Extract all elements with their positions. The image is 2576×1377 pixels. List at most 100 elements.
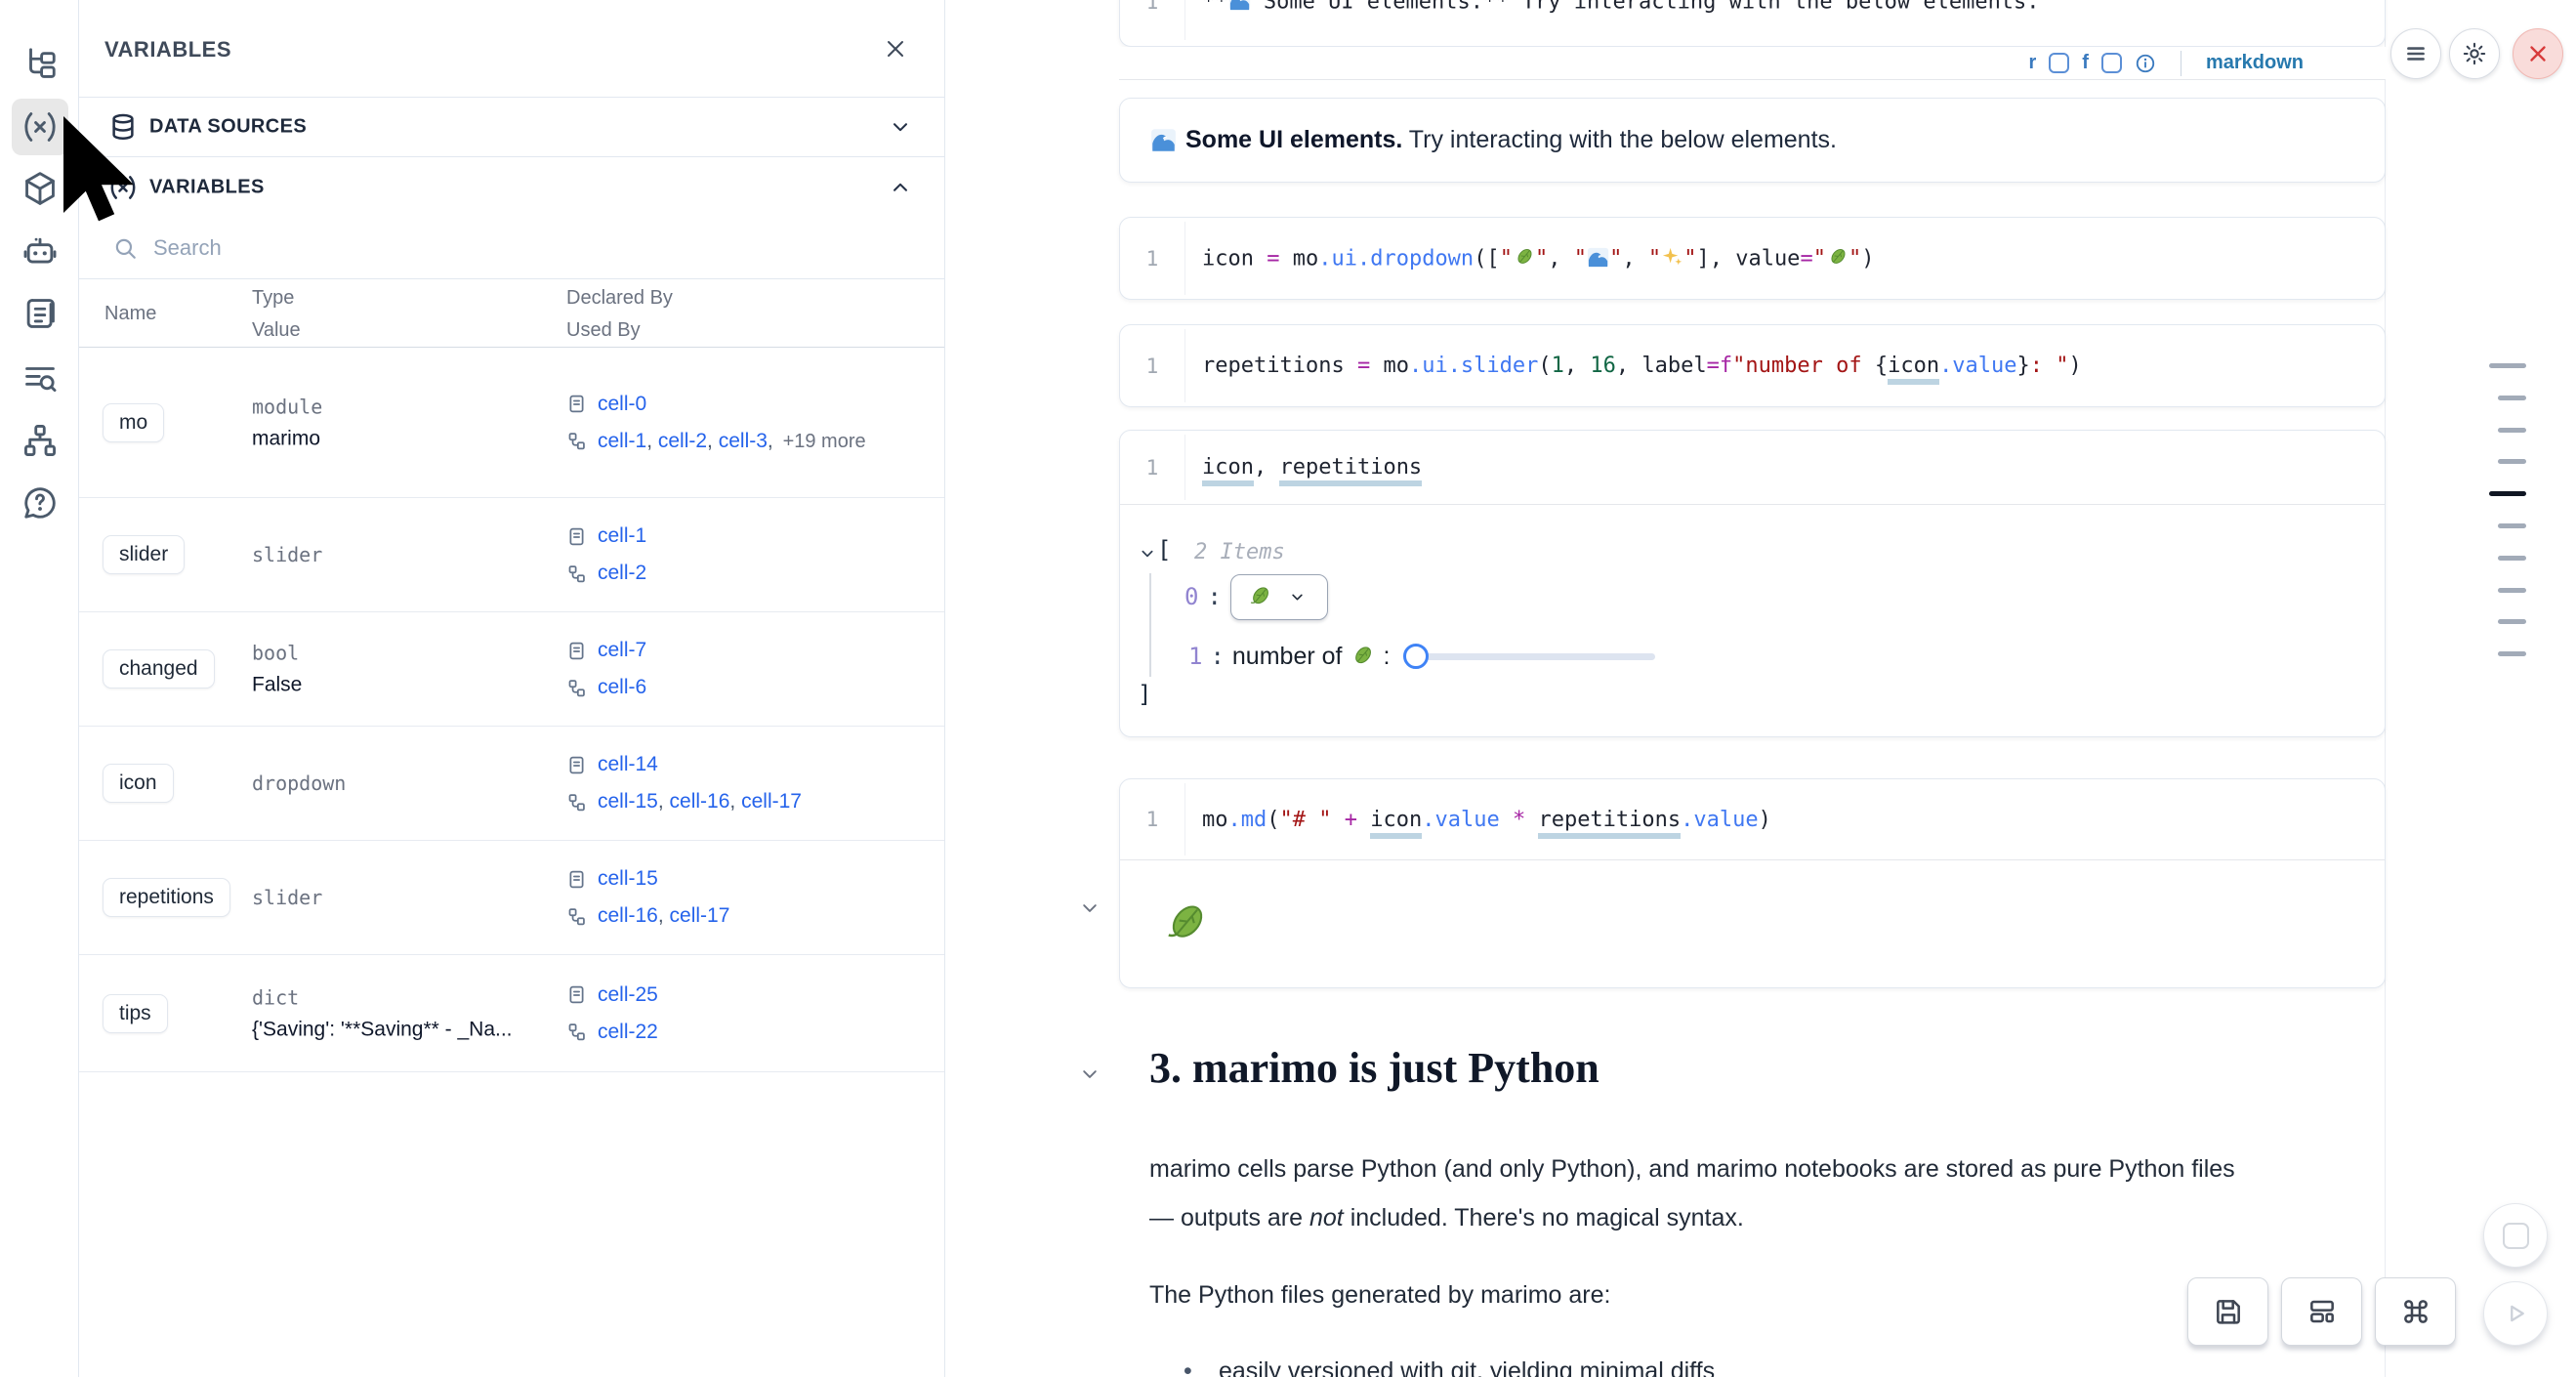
variables-icon <box>21 108 59 146</box>
toolbar-checkbox-icon[interactable] <box>2101 53 2122 73</box>
code-line[interactable]: icon = mo.ui.dropdown(["", "", ""], valu… <box>1202 246 1875 271</box>
minimap-cell-marker[interactable] <box>2498 588 2526 593</box>
search-icon <box>112 235 138 261</box>
cell-reference-line: cell-2 <box>566 562 646 585</box>
slider-knob[interactable] <box>1403 644 1429 669</box>
cell-link[interactable]: cell-2 <box>598 562 646 584</box>
dependency-graph-icon <box>21 422 59 459</box>
code-line[interactable]: repetitions = mo.ui.slider(1, 16, label=… <box>1202 354 2082 378</box>
variables-search-input[interactable]: Search <box>79 217 944 279</box>
more-cells-label: +19 more <box>783 431 866 452</box>
cell-link[interactable]: cell-1 <box>598 524 646 547</box>
minimap-cell-marker[interactable] <box>2498 428 2526 433</box>
cell-link[interactable]: cell-22 <box>598 1021 658 1043</box>
save-button[interactable] <box>2187 1277 2268 1346</box>
code-line[interactable]: ** Some UI elements.** Try interacting w… <box>1202 0 2040 15</box>
variable-name-badge: mo <box>103 403 164 442</box>
slider-track[interactable] <box>1408 653 1655 660</box>
tree-collapse-icon[interactable] <box>1140 546 1155 562</box>
code-line[interactable]: icon, repetitions <box>1202 455 1422 480</box>
cell-link[interactable]: cell-6 <box>598 676 646 698</box>
minimap-cell-marker[interactable] <box>2498 459 2526 464</box>
icon-dropdown-select[interactable] <box>1230 574 1328 620</box>
notebook-menu-button[interactable] <box>2390 28 2441 79</box>
cell-link[interactable]: cell-15 <box>598 867 658 890</box>
sidebar-item-file-tree[interactable] <box>12 35 68 92</box>
panel-title: VARIABLES <box>104 37 231 63</box>
section-data-sources[interactable]: DATA SOURCES <box>79 98 944 157</box>
cell-link[interactable]: cell-17 <box>670 904 730 927</box>
command-palette-button[interactable] <box>2375 1277 2456 1346</box>
toolbar-f-label: f <box>2082 52 2089 74</box>
minimap-cell-marker[interactable] <box>2498 523 2526 528</box>
settings-button[interactable] <box>2449 28 2500 79</box>
run-play-icon <box>2501 1299 2530 1328</box>
minimap-cell-marker[interactable] <box>2489 363 2526 368</box>
cell-link[interactable]: cell-16 <box>670 790 730 813</box>
sidebar-item-logs[interactable] <box>12 350 68 406</box>
variable-row[interactable]: icondropdowncell-14cell-15, cell-16, cel… <box>79 727 944 841</box>
search-placeholder: Search <box>153 235 222 261</box>
variable-name-badge: repetitions <box>103 878 230 917</box>
shutdown-button[interactable] <box>2513 28 2563 79</box>
cell-document-icon <box>566 755 587 775</box>
layout-button[interactable] <box>2281 1277 2362 1346</box>
cell-link[interactable]: cell-17 <box>741 790 802 813</box>
cell-link[interactable]: cell-2 <box>658 430 707 452</box>
markdown-output-cell[interactable]: Some UI elements. Try interacting with t… <box>1119 98 2386 183</box>
code-cell-md-repeat[interactable]: 1 mo.md("# " + icon.value * repetitions.… <box>1119 778 2386 988</box>
minimap-cell-marker[interactable] <box>2498 556 2526 561</box>
repetitions-slider[interactable] <box>1403 644 1655 669</box>
section-label: DATA SOURCES <box>149 116 307 139</box>
section-heading: 3. marimo is just Python <box>1149 1043 1600 1093</box>
cell-usage-icon <box>566 906 587 927</box>
snippets-icon <box>21 295 59 332</box>
cell-link[interactable]: cell-16 <box>598 904 658 927</box>
variable-row[interactable]: momodulemarimocell-0cell-1, cell-2, cell… <box>79 348 944 498</box>
line-number: 1 <box>1120 0 1184 14</box>
frame-toggle-button[interactable] <box>2483 1203 2548 1268</box>
variables-panel-header: VARIABLES <box>79 0 944 98</box>
sidebar-item-snippets[interactable] <box>12 285 68 342</box>
close-panel-button[interactable] <box>884 35 911 63</box>
collapse-output-chevron-icon[interactable] <box>1080 898 1100 918</box>
code-cell-slider[interactable]: 1 repetitions = mo.ui.slider(1, 16, labe… <box>1119 324 2386 407</box>
minimap-cell-marker[interactable] <box>2498 651 2526 656</box>
minimap-cell-marker[interactable] <box>2498 396 2526 400</box>
variable-row[interactable]: sliderslidercell-1cell-2 <box>79 498 944 612</box>
sidebar-item-ai-assistant[interactable] <box>12 223 68 279</box>
variables-table-body: momodulemarimocell-0cell-1, cell-2, cell… <box>79 348 944 1072</box>
collapse-section-chevron-icon[interactable] <box>1080 1064 1100 1084</box>
tree-open-bracket: [ <box>1157 536 1171 563</box>
cell-link[interactable]: cell-7 <box>598 639 646 661</box>
info-button[interactable] <box>2135 53 2156 74</box>
cell-link[interactable]: cell-15 <box>598 790 658 813</box>
code-cell-dropdown[interactable]: 1 icon = mo.ui.dropdown(["", "", ""], va… <box>1119 217 2386 300</box>
cell-link[interactable]: cell-1 <box>598 430 646 452</box>
cell-link[interactable]: cell-0 <box>598 393 646 415</box>
code-cell-tuple[interactable]: 1 icon, repetitions [ 2 Items 0 : 1 <box>1119 430 2386 737</box>
info-icon <box>2135 53 2156 74</box>
column-header-declared-by: Declared By <box>566 287 673 310</box>
cell-link[interactable]: cell-25 <box>598 983 658 1006</box>
sidebar-item-dependency-graph[interactable] <box>12 412 68 469</box>
variable-type: bool <box>252 642 302 665</box>
toolbar-checkbox-icon[interactable] <box>2049 53 2069 73</box>
code-line[interactable]: mo.md("# " + icon.value * repetitions.va… <box>1202 808 1771 832</box>
section-variables[interactable]: VARIABLES <box>79 157 944 217</box>
run-button[interactable] <box>2483 1281 2548 1346</box>
paragraph-line: The Python files generated by marimo are… <box>1149 1281 1610 1310</box>
tree-index: 0 <box>1184 583 1198 610</box>
minimap-cell-marker[interactable] <box>2498 619 2526 624</box>
md-output-rest: Try interacting with the below elements. <box>1402 126 1837 153</box>
variable-row[interactable]: tipsdict{'Saving': '**Saving** - _Na...c… <box>79 955 944 1072</box>
leaf-output <box>1120 859 2385 987</box>
sidebar-item-help[interactable] <box>12 475 68 531</box>
cell-link[interactable]: cell-14 <box>598 753 658 775</box>
minimap-active-cell-marker[interactable] <box>2489 491 2526 496</box>
variable-row[interactable]: changedboolFalsecell-7cell-6 <box>79 612 944 727</box>
cell-editor-markdown-source[interactable]: 1 ** Some UI elements.** Try interacting… <box>1119 0 2386 47</box>
cell-link[interactable]: cell-3 <box>719 430 768 452</box>
cell-language-label[interactable]: markdown <box>2206 52 2304 74</box>
variable-row[interactable]: repetitionsslidercell-15cell-16, cell-17 <box>79 841 944 955</box>
